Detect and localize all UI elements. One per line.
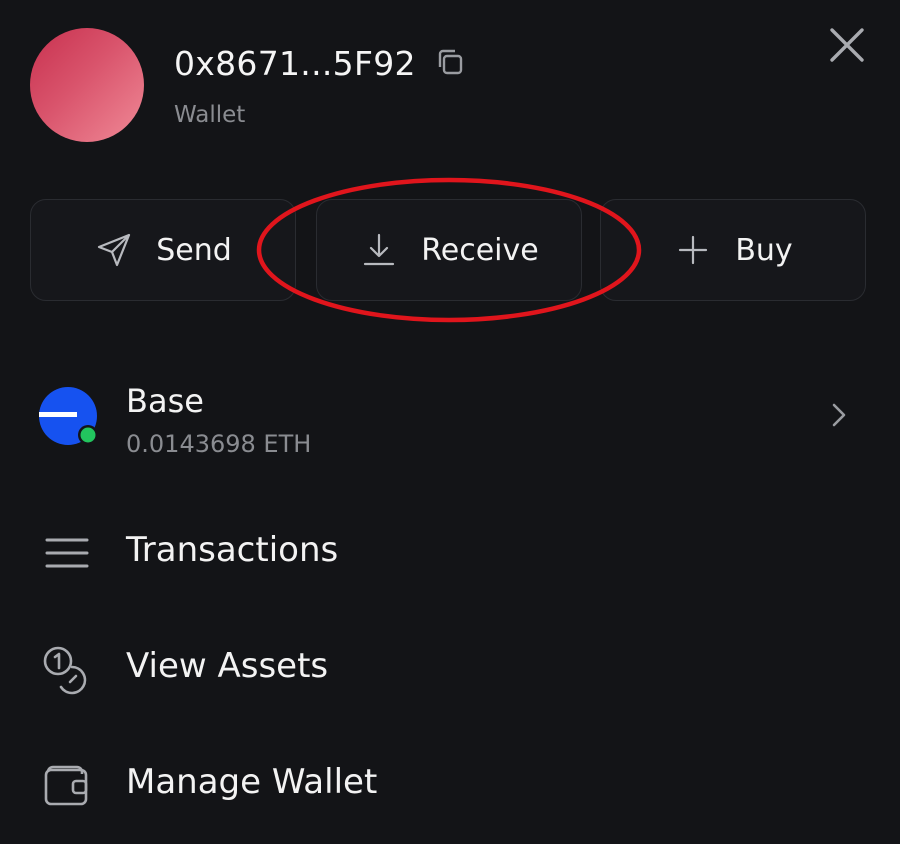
receive-label: Receive: [421, 232, 539, 268]
base-logo-icon: [39, 387, 98, 445]
wallet-subtitle: Wallet: [174, 102, 246, 128]
menu-item-view-assets[interactable]: View Assets: [0, 628, 900, 708]
menu-item-manage-wallet[interactable]: Manage Wallet: [0, 744, 900, 824]
network-row-base[interactable]: Base 0.0143698 ETH: [0, 370, 900, 465]
menu-item-label: View Assets: [126, 646, 329, 686]
buy-label: Buy: [735, 232, 793, 268]
avatar: [30, 28, 144, 142]
wallet-address: 0x8671...5F92: [174, 44, 416, 83]
send-button[interactable]: Send: [30, 199, 296, 301]
wallet-panel: 0x8671...5F92 Wallet Send Receive Buy Ba…: [0, 0, 900, 844]
wallet-icon: [44, 765, 88, 806]
chevron-right-icon: [832, 403, 846, 427]
coins-icon: [43, 646, 87, 695]
send-arrow-icon: [98, 233, 131, 267]
receive-button[interactable]: Receive: [316, 199, 582, 301]
download-icon: [364, 233, 395, 266]
menu-item-label: Manage Wallet: [126, 762, 378, 802]
list-icon: [45, 538, 89, 568]
network-name: Base: [126, 382, 204, 420]
network-balance: 0.0143698 ETH: [126, 430, 312, 458]
menu-item-label: Transactions: [126, 530, 339, 570]
close-icon[interactable]: [826, 24, 868, 66]
menu-item-transactions[interactable]: Transactions: [0, 512, 900, 592]
copy-icon[interactable]: [433, 45, 467, 79]
plus-icon: [679, 235, 708, 265]
buy-button[interactable]: Buy: [600, 199, 866, 301]
send-label: Send: [156, 232, 232, 268]
